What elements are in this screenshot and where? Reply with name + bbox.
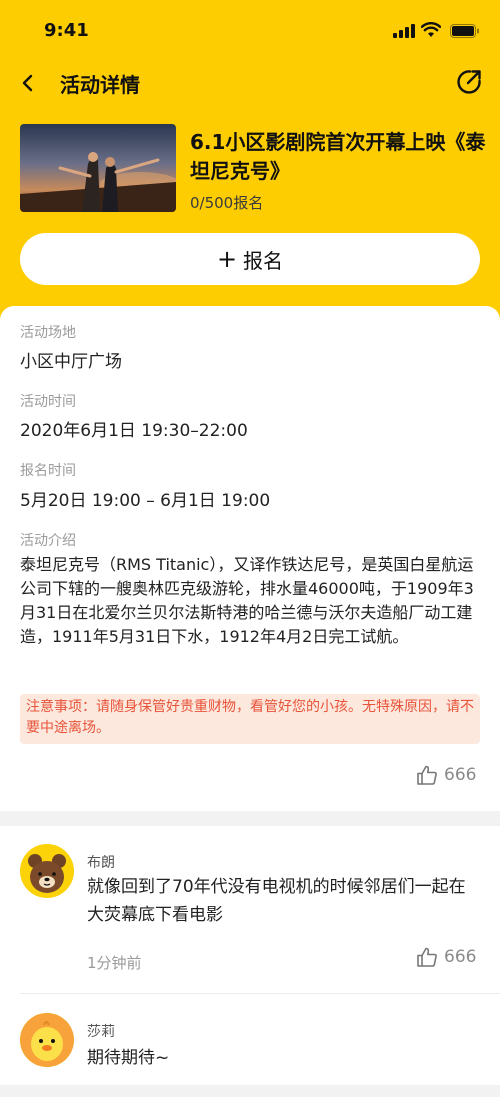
signup-count: 0/500报名: [190, 194, 264, 212]
event-like-button[interactable]: 666: [416, 764, 476, 786]
intro-label: 活动介绍: [20, 533, 76, 549]
thumbs-up-icon: [417, 947, 437, 967]
event-title: 6.1小区影剧院首次开幕上映《泰坦尼克号》: [190, 130, 486, 183]
comment-author: 莎莉: [87, 1024, 115, 1040]
cellular-signal-icon: [393, 24, 415, 38]
back-button[interactable]: [14, 68, 42, 98]
sally-chick-avatar[interactable]: [20, 1013, 74, 1067]
chevron-left-icon: [22, 74, 33, 92]
share-icon[interactable]: [455, 68, 483, 96]
comment-time: 1分钟前: [87, 954, 142, 972]
event-time-label: 活动时间: [20, 394, 76, 410]
plus-icon: +: [216, 245, 238, 273]
signup-time-label: 报名时间: [20, 463, 76, 479]
event-like-count: 666: [444, 765, 477, 785]
comment-divider: [20, 993, 500, 994]
intro-text: 泰坦尼克号（RMS Titanic），又译作铁达尼号，是英国白星航运公司下辖的一…: [20, 555, 474, 646]
signup-button-label: 报名: [243, 248, 284, 273]
signup-button[interactable]: + 报名: [20, 233, 480, 285]
page-title: 活动详情: [60, 73, 140, 97]
venue-label: 活动场地: [20, 325, 76, 341]
movie-poster-image: [20, 124, 176, 212]
signup-time-value: 5月20日 19:00 – 6月1日 19:00: [20, 491, 271, 511]
venue-value: 小区中厅广场: [20, 352, 122, 372]
comment-author: 布朗: [87, 855, 115, 871]
comment-like-button[interactable]: 666: [416, 946, 476, 968]
notice-banner: 注意事项：请随身保管好贵重财物，看管好您的小孩。无特殊原因，请不要中途离场。: [20, 694, 480, 744]
comment-like-count: 666: [444, 947, 477, 967]
comment-text: 就像回到了70年代没有电视机的时候邻居们一起在大荧幕底下看电影: [87, 877, 466, 925]
status-time: 9:41: [44, 20, 89, 41]
comment-text: 期待期待~: [87, 1048, 170, 1068]
battery-icon: [450, 24, 479, 38]
wifi-icon: [421, 22, 441, 37]
brown-bear-avatar[interactable]: [20, 844, 74, 898]
thumbs-up-icon: [417, 765, 437, 785]
event-time-value: 2020年6月1日 19:30–22:00: [20, 421, 248, 441]
status-bar: 9:41: [0, 0, 500, 62]
